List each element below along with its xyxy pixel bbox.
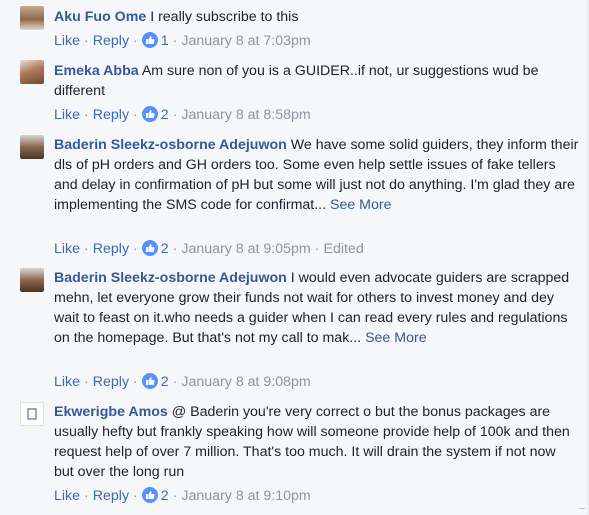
like-link[interactable]: Like xyxy=(54,107,80,123)
reply-link[interactable]: Reply xyxy=(93,107,129,123)
comment-body: Aku Fuo Ome I really subscribe to this xyxy=(54,7,579,27)
see-more-link[interactable]: See More xyxy=(330,197,392,213)
reply-link[interactable]: Reply xyxy=(93,374,129,390)
like-link[interactable]: Like xyxy=(54,488,80,504)
edited-label[interactable]: Edited xyxy=(323,241,363,257)
avatar[interactable] xyxy=(20,268,44,292)
like-link[interactable]: Like xyxy=(54,374,80,390)
timestamp[interactable]: January 8 at 7:03pm xyxy=(181,33,310,49)
like-count[interactable]: 1 xyxy=(161,33,169,49)
like-link[interactable]: Like xyxy=(54,241,80,257)
avatar[interactable] xyxy=(20,402,44,426)
thumbs-up-icon xyxy=(141,487,158,504)
like-count[interactable]: 2 xyxy=(161,107,169,123)
comment-body: Emeka Abba Am sure non of you is a GUIDE… xyxy=(54,61,579,101)
timestamp[interactable]: January 8 at 9:08pm xyxy=(181,374,310,390)
comment-actions: Like · Reply · 2 · January 8 at 8:58pm xyxy=(54,106,311,123)
see-more-link[interactable]: See More xyxy=(365,330,427,346)
reply-link[interactable]: Reply xyxy=(93,33,129,49)
comment-actions: Like · Reply · 1 · January 8 at 7:03pm xyxy=(54,32,311,49)
comment-actions: Like · Reply · 2 · January 8 at 9:10pm xyxy=(54,487,311,504)
comment-author[interactable]: Baderin Sleekz-osborne Adejuwon xyxy=(54,137,287,153)
comment-body: Baderin Sleekz-osborne Adejuwon I would … xyxy=(54,268,579,348)
like-link[interactable]: Like xyxy=(54,33,80,49)
timestamp[interactable]: January 8 at 8:58pm xyxy=(181,107,310,123)
like-count[interactable]: 2 xyxy=(161,374,169,390)
default-avatar-icon xyxy=(27,408,37,420)
thumbs-up-icon xyxy=(141,240,158,257)
timestamp[interactable]: January 8 at 9:05pm xyxy=(181,241,310,257)
like-count[interactable]: 2 xyxy=(161,241,169,257)
avatar[interactable] xyxy=(20,135,44,159)
like-count[interactable]: 2 xyxy=(161,488,169,504)
thumbs-up-icon xyxy=(141,32,158,49)
thumbs-up-icon xyxy=(141,106,158,123)
comment-actions: Like · Reply · 2 · January 8 at 9:08pm xyxy=(54,373,311,390)
reply-link[interactable]: Reply xyxy=(93,241,129,257)
comment-author[interactable]: Aku Fuo Ome xyxy=(54,9,146,25)
comment-author[interactable]: Ekwerigbe Amos xyxy=(54,404,168,420)
comment-body: Baderin Sleekz-osborne Adejuwon We have … xyxy=(54,135,579,215)
comment-author[interactable]: Baderin Sleekz-osborne Adejuwon xyxy=(54,270,287,286)
comment-text: I really subscribe to this xyxy=(150,9,299,25)
timestamp[interactable]: January 8 at 9:10pm xyxy=(181,488,310,504)
reply-link[interactable]: Reply xyxy=(93,488,129,504)
comment-author[interactable]: Emeka Abba xyxy=(54,63,139,79)
avatar[interactable] xyxy=(20,6,44,30)
thumbs-up-icon xyxy=(141,373,158,390)
comment-body: Ekwerigbe Amos @ Baderin you're very cor… xyxy=(54,402,579,482)
resize-corner xyxy=(579,508,585,513)
comment-actions: Like · Reply · 2 · January 8 at 9:05pm · Edited xyxy=(54,240,364,257)
avatar[interactable] xyxy=(20,60,44,84)
